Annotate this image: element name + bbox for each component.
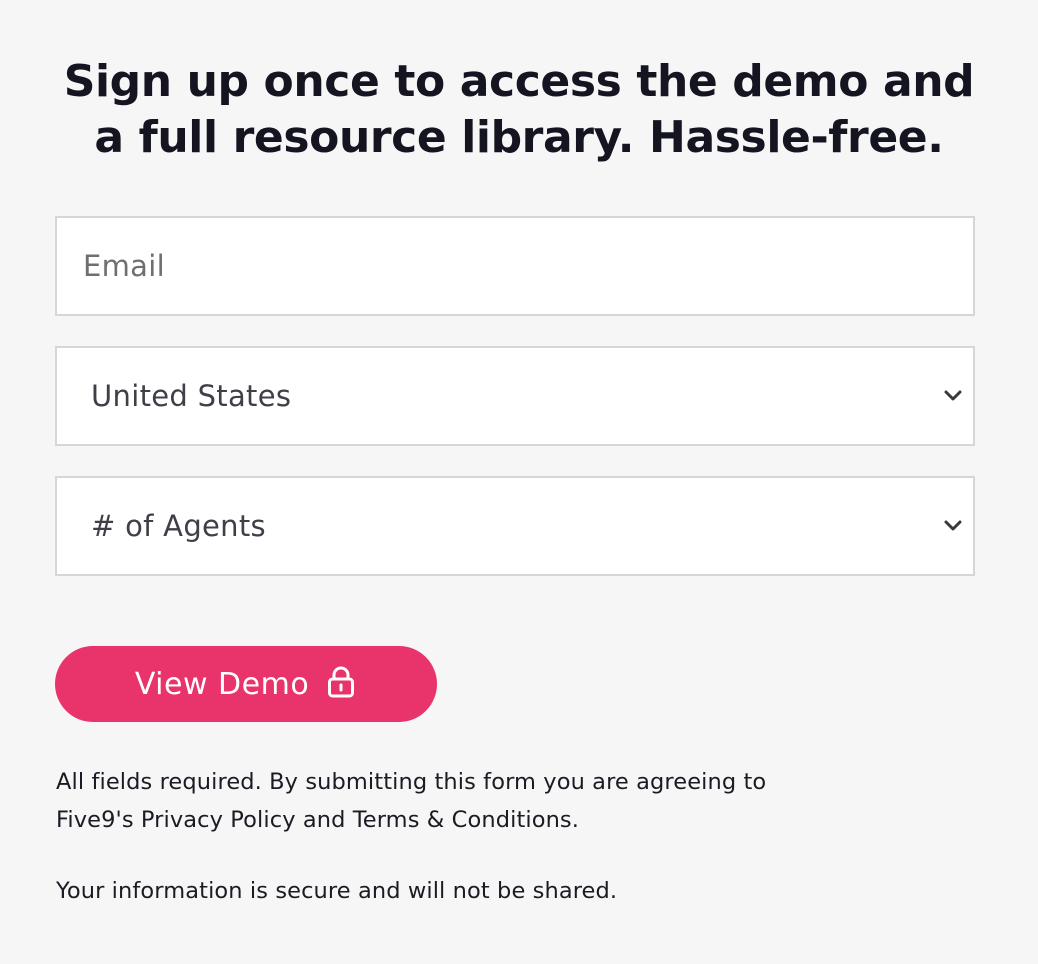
chevron-down-icon <box>944 520 962 531</box>
form-disclaimer-line-2: Five9's Privacy Policy and Terms & Condi… <box>56 807 580 833</box>
country-select-value: United States <box>91 379 292 413</box>
form-disclaimer: All fields required. By submitting this … <box>56 763 936 839</box>
form-disclaimer-line-1: All fields required. By submitting this … <box>56 769 767 795</box>
view-demo-button-label: View Demo <box>134 666 310 702</box>
page-title: Sign up once to access the demo and a fu… <box>40 54 998 166</box>
signup-form-page: Sign up once to access the demo and a fu… <box>0 0 1038 964</box>
email-field[interactable]: Email <box>55 216 975 316</box>
page-title-line-1: Sign up once to access the demo and <box>63 56 975 107</box>
agents-select[interactable]: # of Agents <box>55 476 975 576</box>
view-demo-button[interactable]: View Demo <box>55 646 437 722</box>
chevron-down-icon <box>944 390 962 401</box>
country-select[interactable]: United States <box>55 346 975 446</box>
agents-select-value: # of Agents <box>91 509 266 543</box>
security-note: Your information is secure and will not … <box>56 878 618 904</box>
email-field-placeholder: Email <box>83 249 165 283</box>
lock-icon <box>328 666 355 698</box>
page-title-line-2: a full resource library. Hassle-free. <box>94 112 944 163</box>
